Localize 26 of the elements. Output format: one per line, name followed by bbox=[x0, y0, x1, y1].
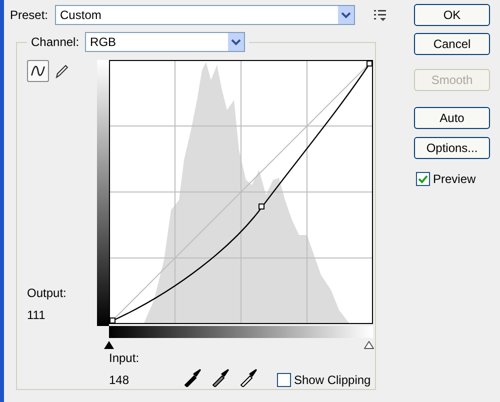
preset-dropdown[interactable]: Custom bbox=[55, 5, 356, 25]
input-value: 148 bbox=[109, 373, 130, 387]
channel-dropdown[interactable]: RGB bbox=[85, 32, 246, 52]
chevron-down-icon bbox=[338, 6, 354, 24]
preset-options-icon[interactable] bbox=[374, 9, 388, 21]
output-label: Output: bbox=[27, 286, 68, 300]
dialog-button[interactable]: Cancel bbox=[414, 33, 490, 55]
curve-tool-button[interactable] bbox=[27, 60, 49, 82]
input-label: Input: bbox=[109, 351, 140, 365]
preset-label: Preset: bbox=[10, 8, 48, 22]
preview-checkbox[interactable]: Preview bbox=[416, 172, 490, 186]
show-clipping-checkbox[interactable]: Show Clipping bbox=[277, 373, 371, 387]
chevron-down-icon bbox=[228, 33, 244, 51]
slider-handle[interactable] bbox=[364, 341, 374, 349]
eyedropper-icon[interactable] bbox=[239, 367, 259, 387]
checkmark-icon bbox=[418, 174, 428, 184]
output-value: 111 bbox=[27, 308, 46, 322]
dialog-button[interactable]: OK bbox=[414, 4, 490, 26]
dialog-button[interactable]: Options... bbox=[414, 137, 490, 159]
pencil-icon bbox=[53, 62, 71, 80]
curve-graph[interactable] bbox=[109, 60, 373, 324]
channel-label: Channel: bbox=[31, 35, 80, 49]
eyedropper-icon[interactable] bbox=[183, 367, 203, 387]
dialog-button[interactable]: Auto bbox=[414, 107, 490, 129]
slider-handle[interactable] bbox=[104, 341, 114, 349]
eyedropper-icon[interactable] bbox=[211, 367, 231, 387]
